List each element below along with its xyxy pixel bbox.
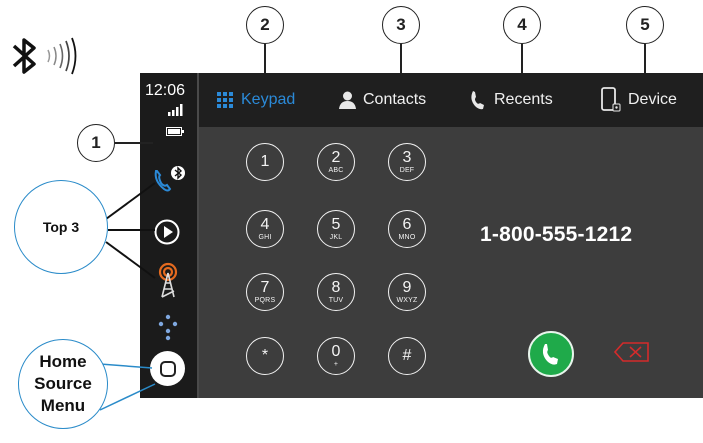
top3-label: Top 3 bbox=[42, 219, 80, 235]
home-source-menu-callout: Home Source Menu bbox=[18, 339, 108, 429]
home-label-line1: Home bbox=[39, 352, 87, 371]
top3-callout: Top 3 bbox=[14, 180, 108, 274]
home-label-line2: Source bbox=[34, 374, 92, 393]
home-label-line3: Menu bbox=[40, 396, 86, 415]
